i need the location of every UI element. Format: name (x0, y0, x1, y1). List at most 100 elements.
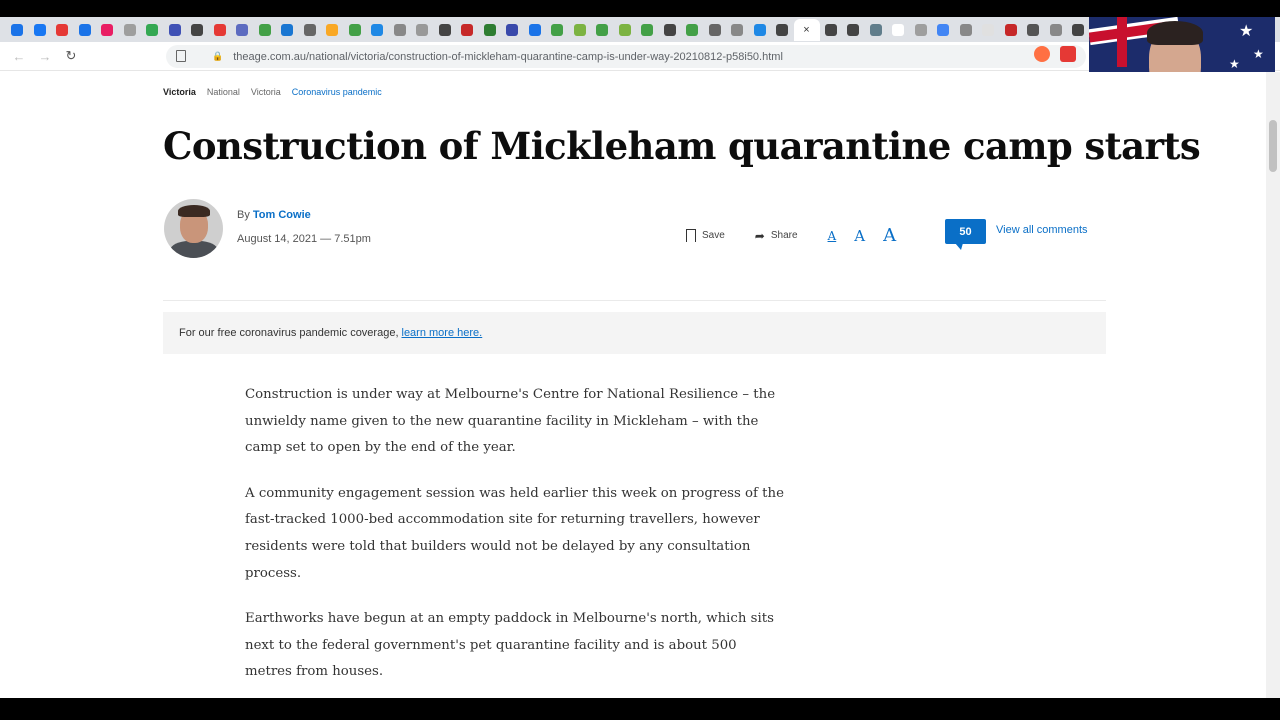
browser-tab[interactable] (659, 19, 682, 41)
browser-tab[interactable] (955, 19, 978, 41)
browser-tab[interactable] (51, 19, 74, 41)
tab-favicon-icon (776, 23, 789, 36)
breadcrumb: Victoria National Victoria Coronavirus p… (163, 87, 382, 97)
tab-favicon-icon (11, 23, 24, 36)
comment-count-badge[interactable]: 50 (945, 219, 986, 250)
breadcrumb-item[interactable]: Coronavirus pandemic (292, 87, 382, 97)
tab-favicon-icon (483, 23, 496, 36)
browser-tab[interactable] (1067, 19, 1090, 41)
browser-tab[interactable] (820, 19, 843, 41)
breadcrumb-item[interactable]: Victoria (251, 87, 281, 97)
browser-tab[interactable] (299, 19, 322, 41)
breadcrumb-item[interactable]: Victoria (163, 87, 196, 97)
browser-tab[interactable] (141, 19, 164, 41)
article-headline: Construction of Mickleham quarantine cam… (163, 124, 1201, 168)
browser-tab[interactable] (344, 19, 367, 41)
browser-tab[interactable] (231, 19, 254, 41)
tab-favicon-icon (937, 23, 950, 36)
browser-tab[interactable] (636, 19, 659, 41)
browser-tab[interactable] (865, 19, 888, 41)
back-button[interactable]: ← (6, 44, 32, 68)
learn-more-link[interactable]: learn more here. (402, 327, 483, 339)
tab-favicon-icon (101, 23, 114, 36)
active-tab[interactable]: × (793, 18, 820, 41)
browser-tab[interactable] (614, 19, 637, 41)
lock-icon[interactable]: 🔒 (212, 51, 223, 62)
browser-tab[interactable] (1022, 19, 1045, 41)
comment-count: 50 (959, 225, 972, 238)
star-icon: ★ (1229, 57, 1240, 71)
forward-button[interactable]: → (32, 44, 58, 68)
coverage-notice: For our free coronavirus pandemic covera… (163, 312, 1106, 354)
tab-favicon-icon (438, 23, 451, 36)
browser-tab[interactable] (887, 19, 910, 41)
view-comments-link[interactable]: View all comments (996, 224, 1088, 236)
browser-tab[interactable] (977, 19, 1000, 41)
browser-tab[interactable] (209, 19, 232, 41)
browser-tab[interactable] (74, 19, 97, 41)
tab-favicon-icon (461, 23, 474, 36)
scrollbar-thumb[interactable] (1269, 120, 1277, 172)
address-bar[interactable]: 🔒 theage.com.au/national/victoria/constr… (166, 45, 1086, 68)
browser-tab[interactable] (411, 19, 434, 41)
font-size-small-button[interactable]: A (828, 229, 837, 243)
browser-window: × ← → ↻ 🔒 theage.com.au/national/victori… (0, 17, 1280, 698)
browser-tab[interactable] (96, 19, 119, 41)
browser-tab[interactable] (1045, 19, 1068, 41)
scrollbar[interactable] (1266, 72, 1280, 698)
browser-tab[interactable] (434, 19, 457, 41)
tab-favicon-icon (303, 23, 316, 36)
star-icon: ★ (1239, 23, 1254, 40)
author-link[interactable]: Tom Cowie (253, 209, 311, 221)
browser-tab[interactable] (932, 19, 955, 41)
notice-text: For our free coronavirus pandemic covera… (179, 327, 399, 339)
bookmark-icon (686, 229, 696, 242)
screen-frame: × ← → ↻ 🔒 theage.com.au/national/victori… (0, 0, 1280, 720)
browser-tab[interactable] (254, 19, 277, 41)
font-size-medium-button[interactable]: A (854, 227, 865, 245)
browser-tab[interactable] (321, 19, 344, 41)
tab-favicon-icon (348, 23, 361, 36)
bookmark-icon[interactable] (176, 50, 186, 62)
browser-tab[interactable] (479, 19, 502, 41)
browser-tab[interactable] (704, 19, 727, 41)
browser-tab[interactable] (910, 19, 933, 41)
browser-tab[interactable] (366, 19, 389, 41)
share-button[interactable]: ➦ Share (755, 229, 798, 243)
publish-date: August 14, 2021 — 7.51pm (237, 233, 371, 245)
byline: By Tom Cowie (237, 209, 311, 221)
browser-tab[interactable] (501, 19, 524, 41)
browser-tab[interactable] (546, 19, 569, 41)
tab-favicon-icon (959, 23, 972, 36)
browser-tab[interactable] (771, 19, 794, 41)
save-button[interactable]: Save (686, 229, 725, 242)
browser-tab[interactable] (569, 19, 592, 41)
browser-tab[interactable] (164, 19, 187, 41)
browser-tab[interactable] (591, 19, 614, 41)
extension-icon[interactable] (1060, 46, 1076, 62)
browser-tab[interactable] (119, 19, 142, 41)
tab-favicon-icon (1049, 23, 1062, 36)
browser-tab[interactable] (681, 19, 704, 41)
browser-tab[interactable] (524, 19, 547, 41)
browser-tab[interactable] (749, 19, 772, 41)
browser-tab[interactable] (842, 19, 865, 41)
browser-tab[interactable] (726, 19, 749, 41)
font-size-large-button[interactable]: A (883, 225, 896, 246)
breadcrumb-item[interactable]: National (207, 87, 240, 97)
reload-button[interactable]: ↻ (58, 44, 84, 68)
browser-tab[interactable] (1000, 19, 1023, 41)
browser-tab[interactable] (29, 19, 52, 41)
tab-favicon-icon (982, 23, 995, 36)
close-tab-icon[interactable]: × (803, 24, 809, 36)
browser-tab[interactable] (456, 19, 479, 41)
tab-favicon-icon (506, 23, 519, 36)
browser-tab[interactable] (276, 19, 299, 41)
browser-tab[interactable] (6, 19, 29, 41)
browser-tab[interactable] (389, 19, 412, 41)
tab-favicon-icon (78, 23, 91, 36)
browser-tab[interactable] (186, 19, 209, 41)
author-avatar[interactable] (164, 199, 223, 258)
extension-icon[interactable] (1034, 46, 1050, 62)
tab-favicon-icon (663, 23, 676, 36)
